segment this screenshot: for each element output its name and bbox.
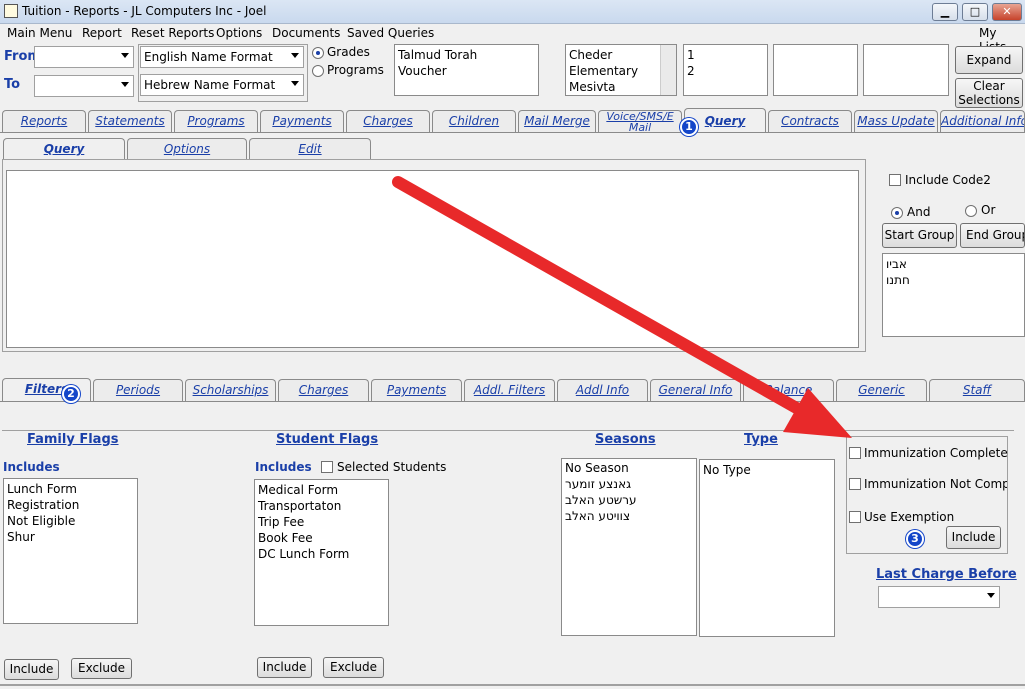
arrow-shaft bbox=[392, 176, 806, 416]
step-badge-1: 1 bbox=[680, 118, 698, 136]
annotation-arrow bbox=[392, 176, 852, 438]
step-badge-3: 3 bbox=[906, 530, 924, 548]
step-badge-2: 2 bbox=[62, 385, 80, 403]
